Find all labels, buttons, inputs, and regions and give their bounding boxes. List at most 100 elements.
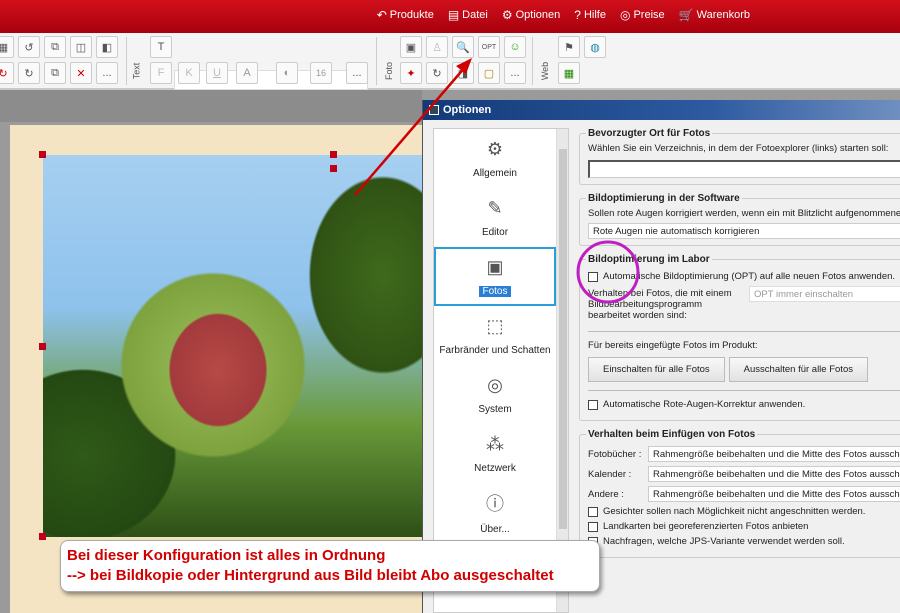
rotate-photo-button[interactable]: ↻ xyxy=(426,62,448,84)
more-button[interactable]: ... xyxy=(96,62,118,84)
nav-label: System xyxy=(478,403,512,415)
colors-button[interactable]: ✦ xyxy=(400,62,422,84)
remove-user-button[interactable]: ♙ xyxy=(426,36,448,58)
rotate-handle[interactable] xyxy=(330,165,337,172)
fill-color-button[interactable]: ◐ xyxy=(276,62,298,84)
checkbox-label: Automatische Rote-Augen-Korrektur anwend… xyxy=(603,399,806,410)
insert-select[interactable]: Rahmengröße beibehalten und die Mitte de… xyxy=(648,446,900,462)
section-title: Bildoptimierung in der Software xyxy=(588,193,740,204)
photo-search-button[interactable]: 🔍 xyxy=(452,36,474,58)
group-label-web: Web xyxy=(540,61,551,81)
behavior-select[interactable]: OPT immer einschalten xyxy=(749,286,900,302)
nav-item-allgemein[interactable]: ⚙ Allgemein xyxy=(434,129,556,188)
nav-item-system[interactable]: ◎ System xyxy=(434,365,556,424)
behavior-label: Verhalten bei Fotos, die mit einem Bildb… xyxy=(588,288,732,321)
resize-handle[interactable] xyxy=(330,151,337,158)
grid-button[interactable]: ▦ xyxy=(0,36,14,58)
checkbox[interactable] xyxy=(588,399,598,410)
text-more-button[interactable]: ... xyxy=(346,62,368,84)
resize-handle[interactable] xyxy=(39,343,46,350)
section-software-optimization: Bildoptimierung in der Software Sollen r… xyxy=(579,193,900,246)
nav-label: Allgemein xyxy=(473,167,517,179)
web-button[interactable]: ⚑ xyxy=(558,36,580,58)
file-icon: ▤ xyxy=(447,8,460,22)
insert-select[interactable]: Rahmengröße beibehalten und die Mitte de… xyxy=(648,486,900,502)
copy-layer-button[interactable]: ⧉ xyxy=(44,62,66,84)
maps-checkbox[interactable]: Landkarten bei georeferenzierten Fotos a… xyxy=(588,521,900,532)
resize-handle[interactable] xyxy=(39,533,46,540)
section-title: Bildoptimierung im Labor xyxy=(588,254,710,265)
nav-produkte[interactable]: ↶ Produkte xyxy=(377,8,434,22)
nav-item-editor[interactable]: ✎ Editor xyxy=(434,188,556,247)
nav-preise[interactable]: ◎ Preise xyxy=(620,8,665,22)
insert-row-andere: Andere : Rahmengröße beibehalten und die … xyxy=(588,486,900,502)
folder-input[interactable] xyxy=(588,160,900,178)
resize-handle[interactable] xyxy=(39,151,46,158)
delete-button[interactable]: ✕ xyxy=(70,62,92,84)
nav-label: Produkte xyxy=(389,9,434,21)
insert-row-kalender: Kalender : Rahmengröße beibehalten und di… xyxy=(588,466,900,482)
nav-item-über-[interactable]: ⓘ Über... xyxy=(434,483,556,542)
font-color-button[interactable]: A xyxy=(236,62,258,84)
red-eye-select[interactable]: Rote Augen nie automatisch korrigieren xyxy=(588,223,900,239)
nav-item-netzwerk[interactable]: ⁂ Netzwerk xyxy=(434,424,556,483)
top-nav: ↶ Produkte ▤ Datei ⚙ Optionen ? Hilfe ◎ Preis… xyxy=(377,8,750,22)
opt-button[interactable]: OPT xyxy=(478,36,500,58)
divider xyxy=(588,331,900,332)
undo-button[interactable]: ↻ xyxy=(0,62,14,84)
nav-hilfe[interactable]: ? Hilfe xyxy=(574,8,606,22)
section-lab-optimization: Bildoptimierung im Labor Automatische Bi… xyxy=(579,254,900,421)
fig-photo[interactable] xyxy=(43,155,422,537)
faces-checkbox[interactable]: Gesichter sollen nach Möglichkeit nicht … xyxy=(588,506,900,517)
checkbox[interactable] xyxy=(588,521,598,532)
checkbox[interactable] xyxy=(588,506,598,517)
frame-button[interactable]: ▢ xyxy=(478,62,500,84)
mirror-button[interactable]: ◨ xyxy=(452,62,474,84)
insert-select[interactable]: Rahmengröße beibehalten und die Mitte de… xyxy=(648,466,900,482)
checkbox-label: Landkarten bei georeferenzierten Fotos a… xyxy=(603,521,809,532)
group-label-text: Text xyxy=(131,62,142,80)
nav-icon: ⁂ xyxy=(486,433,504,454)
opt-checkbox[interactable]: Automatische Bildoptimierung (OPT) auf a… xyxy=(588,271,900,282)
photo-button[interactable]: ▣ xyxy=(400,36,422,58)
nav-item-fotos[interactable]: ▣ Fotos xyxy=(434,247,556,306)
font-size-select[interactable]: 16 xyxy=(310,62,332,84)
scrollbar-thumb[interactable] xyxy=(559,149,567,529)
underline-button[interactable]: U xyxy=(206,62,228,84)
effects-button[interactable]: ☺ xyxy=(504,36,526,58)
disable-all-button[interactable]: Ausschalten für alle Fotos xyxy=(728,357,868,382)
nav-icon: ⚙ xyxy=(486,138,504,159)
foto-more-button[interactable]: ... xyxy=(504,62,526,84)
section-photo-location: Bevorzugter Ort für Fotos Wählen Sie ein… xyxy=(579,128,900,185)
map-button[interactable]: ▦ xyxy=(558,62,580,84)
note-line: Bei dieser Konfiguration ist alles in Or… xyxy=(67,547,386,564)
text-box-button[interactable]: T xyxy=(150,36,172,58)
toolbar: ▦ ↺ ⧉ ◫ ◧ ↻ ↻ ⧉ ✕ ... Text T Arial ▼ F K… xyxy=(0,33,900,90)
top-bar: ↶ Produkte ▤ Datei ⚙ Optionen ? Hilfe ◎ Preis… xyxy=(0,0,900,33)
nav-datei[interactable]: ▤ Datei xyxy=(448,8,488,22)
enable-all-button[interactable]: Einschalten für alle Fotos xyxy=(588,357,725,382)
rotate-button[interactable]: ↺ xyxy=(18,36,40,58)
redo-button[interactable]: ↻ xyxy=(18,62,40,84)
nav-label: Optionen xyxy=(515,9,561,21)
checkbox-label: Automatische Bildoptimierung (OPT) auf a… xyxy=(603,271,896,282)
divider xyxy=(126,37,127,85)
jps-checkbox[interactable]: Nachfragen, welche JPS-Variante verwende… xyxy=(588,536,900,547)
divider xyxy=(376,37,377,85)
window-icon xyxy=(429,105,439,115)
layer-back-button[interactable]: ⧉ xyxy=(44,36,66,58)
nav-warenkorb[interactable]: 🛒 Warenkorb xyxy=(679,8,750,22)
section-insert-behavior: Verhalten beim Einfügen von Fotos Fotobü… xyxy=(579,429,900,558)
font-select[interactable]: Arial xyxy=(174,70,368,90)
checkbox[interactable] xyxy=(588,271,598,282)
layer-add-button[interactable]: ◫ xyxy=(70,36,92,58)
redeye-checkbox[interactable]: Automatische Rote-Augen-Korrektur anwend… xyxy=(588,399,900,410)
italic-button[interactable]: K xyxy=(178,62,200,84)
bold-button[interactable]: F xyxy=(150,62,172,84)
insert-row-fotobuecher: Fotobücher : Rahmengröße beibehalten und … xyxy=(588,446,900,462)
layer-front-button[interactable]: ◧ xyxy=(96,36,118,58)
nav-icon: ⓘ xyxy=(486,494,504,514)
nav-item-farbränder-und-schatten[interactable]: ⬚ Farbränder und Schatten xyxy=(434,306,556,365)
nav-optionen[interactable]: ⚙ Optionen xyxy=(502,8,560,22)
globe-button[interactable]: ◍ xyxy=(584,36,606,58)
